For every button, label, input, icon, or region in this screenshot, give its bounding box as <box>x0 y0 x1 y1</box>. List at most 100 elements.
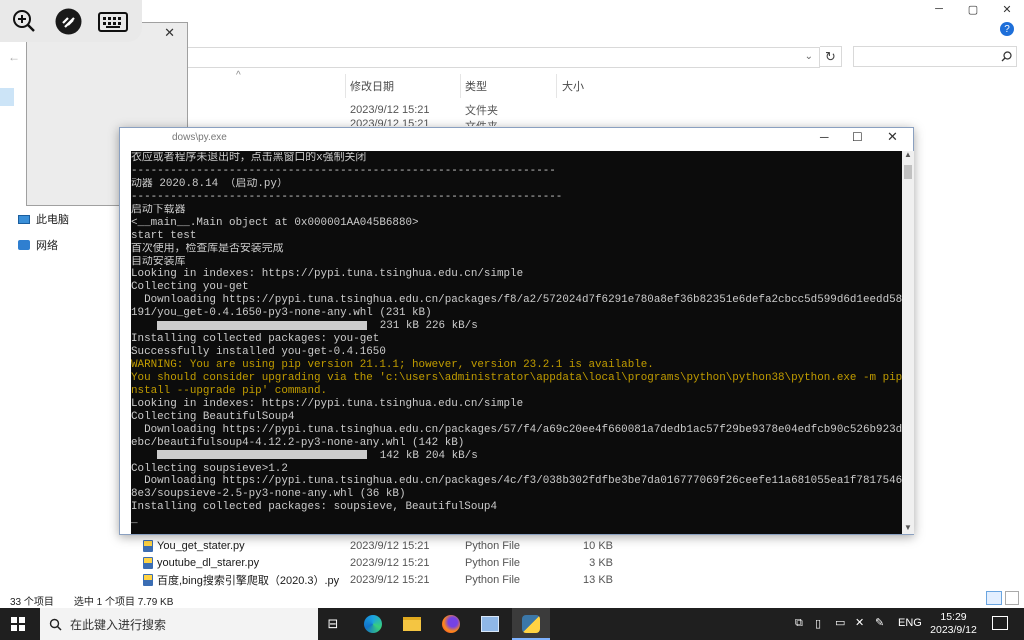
volume-muted-icon[interactable]: ✕ <box>855 616 864 629</box>
console-lines: 衣应或者程序未退出时，点击黑窗口的x强制关闭 ------------------… <box>131 152 902 527</box>
console-line: Installing collected packages: you-get <box>131 333 380 346</box>
python-file-icon <box>143 573 153 586</box>
console-line: Downloading https://pypi.tuna.tsinghua.e… <box>131 423 902 436</box>
console-window[interactable]: dows\py.exe ─ ☐ ✕ 衣应或者程序未退出时，点击黑窗口的x强制关闭… <box>119 127 914 535</box>
column-size[interactable]: 大小 <box>562 74 584 98</box>
details-view-icon[interactable] <box>986 591 1002 605</box>
windows-start-icon[interactable] <box>11 617 25 631</box>
item-count: 33 个项目 <box>10 596 54 608</box>
status-bar: 33 个项目 选中 1 个项目 7.79 KB <box>0 592 1024 608</box>
remote-toolbar <box>0 0 142 42</box>
scroll-down-icon[interactable]: ▼ <box>904 523 912 532</box>
network-tray-icon[interactable]: ▭ <box>835 616 845 629</box>
console-line: WARNING: You are using pip version 21.1.… <box>131 359 654 371</box>
console-line: Downloading https://pypi.tuna.tsinghua.e… <box>131 475 902 488</box>
console-line: nstall --upgrade pip' command. <box>131 384 328 397</box>
scroll-thumb[interactable] <box>904 165 912 179</box>
pen-icon[interactable]: ✎ <box>875 616 884 629</box>
search-icon <box>1001 51 1012 62</box>
nav-item-network[interactable]: 网络 <box>18 237 58 253</box>
keyboard-icon[interactable] <box>98 12 128 32</box>
console-line: <__main__.Main object at 0x000001AA045B6… <box>131 216 419 229</box>
remote-desktop-icon[interactable] <box>55 8 82 35</box>
console-line: Looking in indexes: https://pypi.tuna.ts… <box>131 268 524 281</box>
console-line: Looking in indexes: https://pypi.tuna.ts… <box>131 397 524 410</box>
clock[interactable]: 15:29 2023/9/12 <box>926 611 981 637</box>
console-title: dows\py.exe <box>172 132 227 143</box>
search-placeholder: 在此键入进行搜索 <box>70 617 167 632</box>
console-output[interactable]: 衣应或者程序未退出时，点击黑窗口的x强制关闭 ------------------… <box>131 151 902 534</box>
firefox-icon[interactable] <box>439 612 463 636</box>
zoom-in-icon[interactable] <box>12 9 36 33</box>
notifications-icon[interactable] <box>992 616 1008 630</box>
close-button[interactable]: ✕ <box>887 129 898 145</box>
language-indicator[interactable]: ENG <box>898 617 922 629</box>
people-icon[interactable]: ⧉ <box>795 617 803 630</box>
console-line: Collecting you-get <box>131 281 249 294</box>
clock-date: 2023/9/12 <box>930 624 977 636</box>
maximize-button[interactable]: ▢ <box>956 0 990 18</box>
console-line: 191/you_get-0.4.1650-py3-none-any.whl (2… <box>131 307 432 320</box>
edge-icon[interactable] <box>361 612 385 636</box>
chevron-down-icon[interactable]: ⌄ <box>805 51 813 62</box>
console-line: start test <box>131 229 197 242</box>
python-icon <box>522 615 540 633</box>
python-taskbar-item[interactable] <box>512 608 550 640</box>
search-input[interactable] <box>853 46 1017 67</box>
console-scrollbar[interactable]: ▲ ▼ <box>902 150 914 534</box>
console-line: Downloading https://pypi.tuna.tsinghua.e… <box>131 294 902 307</box>
minimize-button[interactable]: ─ <box>922 0 956 18</box>
column-date[interactable]: 修改日期 <box>350 74 394 98</box>
help-icon[interactable]: ? <box>1000 22 1014 36</box>
console-line: _ <box>131 514 138 527</box>
file-explorer-icon[interactable] <box>400 612 424 636</box>
task-view-icon[interactable]: ⊟ <box>321 612 345 636</box>
console-line: Successfully installed you-get-0.4.1650 <box>131 346 386 359</box>
console-line: ----------------------------------------… <box>131 164 556 177</box>
list-item[interactable]: 百度,bing搜索引擎爬取（2020.3）.py 2023/9/12 15:21… <box>143 571 623 588</box>
console-line: 231 kB 226 kB/s <box>131 320 902 333</box>
network-icon <box>18 240 30 250</box>
maximize-button[interactable]: ☐ <box>852 130 863 144</box>
progress-bar <box>157 450 368 460</box>
console-line: 动器 2020.8.14 （启动.py） <box>131 177 288 190</box>
console-line: Collecting soupsieve>1.2 <box>131 462 288 475</box>
tiles-view-icon[interactable] <box>1005 591 1019 605</box>
close-button[interactable]: ✕ <box>990 0 1024 18</box>
console-line: Installing collected packages: soupsieve… <box>131 501 497 514</box>
column-type[interactable]: 类型 <box>465 74 487 98</box>
console-line: ebc/beautifulsoup4-4.12.2-py3-none-any.w… <box>131 436 465 449</box>
console-line: Collecting BeautifulSoup4 <box>131 410 295 423</box>
console-line: 衣应或者程序未退出时，点击黑窗口的x强制关闭 <box>131 152 367 164</box>
console-titlebar[interactable]: dows\py.exe ─ ☐ ✕ <box>120 128 913 150</box>
console-line: 8e3/soupsieve-2.5-py3-none-any.whl (36 k… <box>131 488 406 501</box>
clock-time: 15:29 <box>940 611 967 623</box>
app-icon[interactable] <box>478 612 502 636</box>
console-line: 启动下载器 <box>131 203 186 216</box>
nav-label: 此电脑 <box>36 214 69 226</box>
console-line: 142 kB 204 kB/s <box>131 450 902 463</box>
nav-item-this-pc[interactable]: 此电脑 <box>18 211 69 227</box>
list-item[interactable]: 2023/9/12 15:21文件夹 <box>143 118 623 126</box>
back-arrow-icon[interactable]: ← <box>8 50 20 64</box>
sort-up-icon: ^ <box>236 70 241 81</box>
nav-selection <box>0 88 14 106</box>
computer-icon <box>18 214 30 224</box>
refresh-button[interactable]: ↻ <box>820 46 842 67</box>
scroll-up-icon[interactable]: ▲ <box>904 150 912 159</box>
console-line: ----------------------------------------… <box>131 190 563 203</box>
usb-icon[interactable]: ▯ <box>815 617 821 630</box>
nav-label: 网络 <box>36 240 58 252</box>
console-line: You should consider upgrading via the 'c… <box>131 371 902 384</box>
list-item[interactable]: 2023/9/12 15:21文件夹 <box>143 101 623 118</box>
search-icon <box>49 618 62 631</box>
minimize-button[interactable]: ─ <box>820 130 829 144</box>
window-controls: ─ ▢ ✕ <box>922 0 1024 18</box>
console-line: 自动安装库 <box>131 255 186 268</box>
taskbar-search-input[interactable]: 在此键入进行搜索 <box>40 608 318 640</box>
close-icon[interactable]: ✕ <box>164 25 175 41</box>
list-item[interactable]: You_get_stater.py 2023/9/12 15:21 Python… <box>143 537 623 554</box>
progress-bar <box>157 320 368 330</box>
list-item[interactable]: youtube_dl_starer.py 2023/9/12 15:21 Pyt… <box>143 554 623 571</box>
python-file-icon <box>143 556 153 569</box>
